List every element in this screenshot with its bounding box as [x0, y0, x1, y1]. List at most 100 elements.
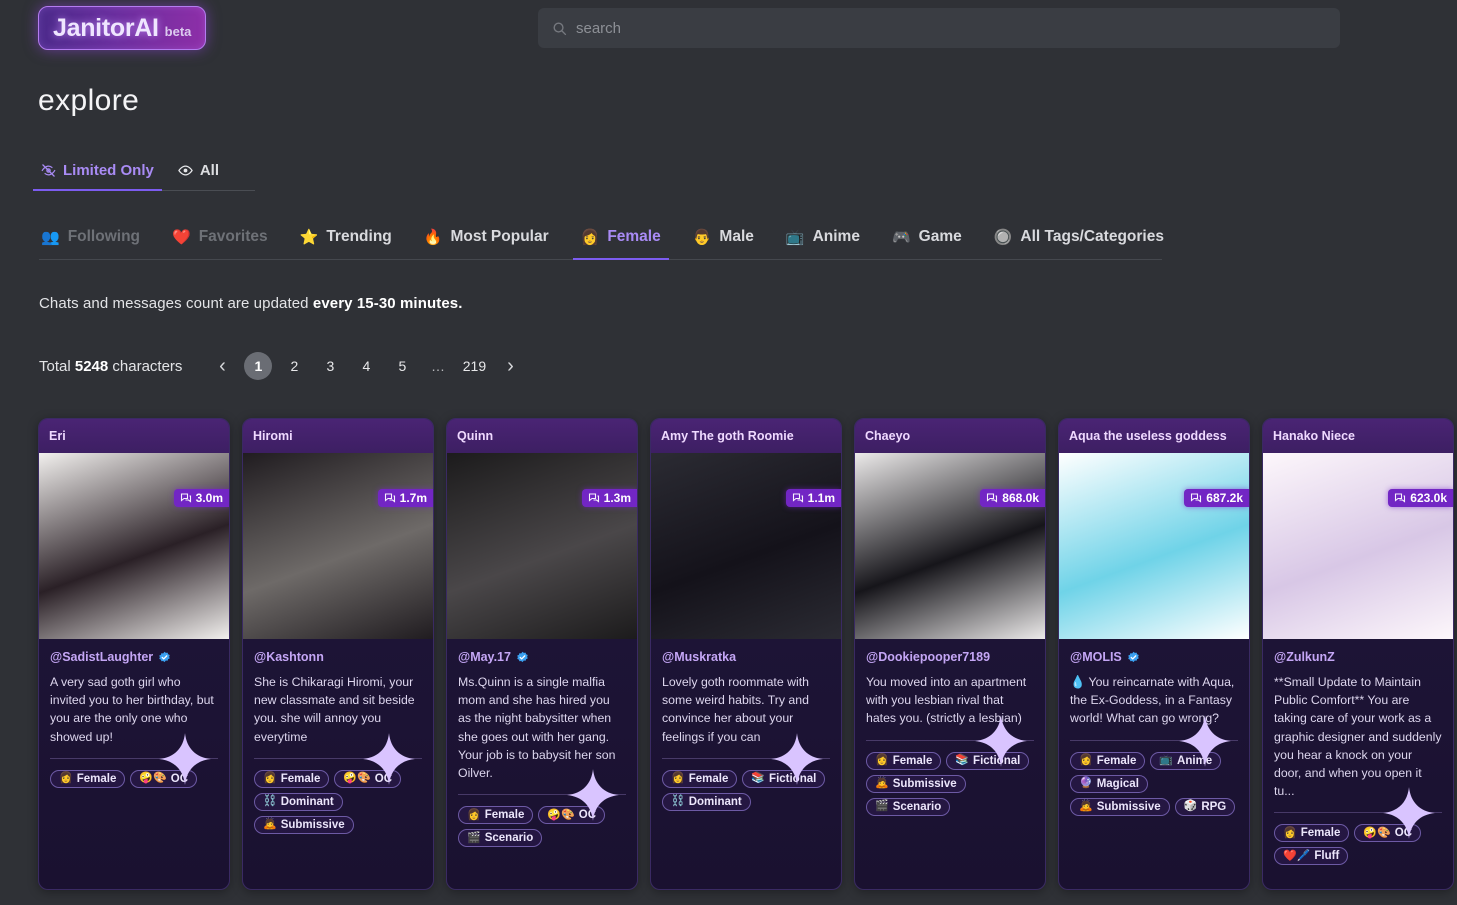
card-divider — [866, 740, 1034, 741]
pagination-page-1[interactable]: 1 — [244, 352, 272, 380]
tag-chip[interactable]: 🙇Submissive — [254, 816, 354, 834]
tab-most-popular[interactable]: 🔥 Most Popular — [408, 228, 565, 249]
woman-icon: 👩 — [581, 230, 600, 245]
chat-count-value: 1.3m — [604, 491, 631, 505]
tag-chip[interactable]: 🎲RPG — [1175, 798, 1236, 816]
tag-chip[interactable]: ❤️🖊️Fluff — [1274, 847, 1348, 865]
tag-label: Female — [1097, 755, 1137, 767]
card-divider — [1070, 740, 1238, 741]
character-card-body: @Muskratka Lovely goth roommate with some… — [651, 639, 841, 889]
mode-tab-all-label: All — [200, 162, 219, 179]
chat-count-badge: 868.0k — [980, 489, 1045, 507]
tag-list: 👩Female 🤪🎨OC — [50, 770, 218, 788]
tag-label: OC — [579, 809, 596, 821]
character-avatar: 1.1m — [651, 453, 841, 639]
tv-icon: 📺 — [786, 230, 805, 245]
character-name: Amy The goth Roomie — [661, 429, 794, 443]
tag-label: Female — [893, 755, 933, 767]
tag-chip[interactable]: 🎬Scenario — [866, 798, 950, 816]
creator-handle[interactable]: @MOLIS — [1070, 650, 1238, 664]
tab-favorites[interactable]: ❤️ Favorites — [156, 228, 284, 249]
tag-emoji-icon: 🙇 — [263, 819, 277, 830]
tag-chip[interactable]: 📚Fictional — [742, 770, 825, 788]
tag-chip[interactable]: 🙇Submissive — [1070, 798, 1170, 816]
tab-male[interactable]: 👨 Male — [677, 228, 770, 249]
creator-handle[interactable]: @Dookiepooper7189 — [866, 650, 1034, 664]
update-notice: Chats and messages count are updated eve… — [39, 295, 462, 312]
tab-trending[interactable]: ⭐ Trending — [284, 228, 408, 249]
pagination-next[interactable]: › — [496, 352, 524, 380]
pagination-prev[interactable]: ‹ — [208, 352, 236, 380]
tag-chip[interactable]: 🎬Scenario — [458, 829, 542, 847]
tag-chip[interactable]: 👩Female — [254, 770, 329, 788]
chat-count-value: 868.0k — [1002, 491, 1039, 505]
avatar-image — [651, 453, 841, 639]
character-card[interactable]: Chaeyo868.0k@Dookiepooper7189You moved i… — [854, 418, 1046, 890]
tag-chip[interactable]: ⛓️Dominant — [662, 793, 751, 811]
creator-handle[interactable]: @May.17 — [458, 650, 626, 664]
tag-chip[interactable]: 👩Female — [662, 770, 737, 788]
tab-female[interactable]: 👩 Female — [565, 228, 677, 249]
tag-chip[interactable]: 🤪🎨OC — [334, 770, 401, 788]
tag-chip[interactable]: 👩 Female — [1070, 752, 1145, 770]
tag-chip[interactable]: 📚Fictional — [946, 752, 1029, 770]
creator-handle[interactable]: @SadistLaughter — [50, 650, 218, 664]
character-card[interactable]: Hiromi1.7m@KashtonnShe is Chikaragi Hiro… — [242, 418, 434, 890]
chat-count-badge: 3.0m — [174, 489, 229, 507]
update-notice-text: Chats and messages count are updated — [39, 295, 313, 312]
tag-chip[interactable]: 👩Female — [1274, 824, 1349, 842]
tag-emoji-icon: 🤪🎨 — [547, 810, 574, 821]
tab-anime[interactable]: 📺 Anime — [770, 228, 876, 249]
pagination-page-2[interactable]: 2 — [280, 352, 308, 380]
eye-icon — [178, 163, 193, 178]
tag-chip[interactable]: 🔮Magical — [1070, 775, 1148, 793]
tag-chip[interactable]: 👩Female — [458, 806, 533, 824]
tag-chip[interactable]: 🤪🎨OC — [130, 770, 197, 788]
gamepad-icon: 🎮 — [892, 230, 911, 245]
search-icon — [552, 21, 567, 36]
character-card[interactable]: Hanako Niece623.0k@ZulkunZ**Small Update… — [1262, 418, 1454, 890]
tab-anime-label: Anime — [813, 228, 860, 246]
avatar-image — [855, 453, 1045, 639]
tag-label: Female — [689, 773, 729, 785]
tag-label: Magical — [1097, 778, 1139, 790]
tag-chip[interactable]: 📺Anime — [1150, 752, 1221, 770]
tag-label: Female — [281, 773, 321, 785]
chat-count-badge: 1.1m — [786, 489, 841, 507]
pagination-page-4[interactable]: 4 — [352, 352, 380, 380]
mode-tab-all[interactable]: All — [176, 162, 221, 181]
tag-chip[interactable]: 👩Female — [50, 770, 125, 788]
tab-all-tags-categories[interactable]: 🔘 All Tags/Categories — [978, 228, 1180, 249]
mode-tab-limited-only[interactable]: Limited Only — [39, 162, 156, 181]
search-bar[interactable] — [538, 8, 1340, 48]
tag-chip[interactable]: 🙇Submissive — [866, 775, 966, 793]
character-card-header: Amy The goth Roomie — [651, 419, 841, 453]
tab-most-popular-label: Most Popular — [450, 228, 548, 246]
chat-bubble-icon — [1394, 492, 1406, 504]
tag-emoji-icon: 👩 — [1079, 755, 1093, 766]
creator-handle[interactable]: @ZulkunZ — [1274, 650, 1442, 664]
character-description: Lovely goth roommate with some weird hab… — [662, 673, 830, 746]
brand-logo[interactable]: JanitorAI beta — [38, 6, 206, 50]
creator-handle-label: @Kashtonn — [254, 650, 324, 664]
pagination-page-last[interactable]: 219 — [460, 352, 488, 380]
character-card[interactable]: Eri3.0m@SadistLaughterA very sad goth gi… — [38, 418, 230, 890]
tag-emoji-icon: 🎲 — [1184, 801, 1198, 812]
character-card[interactable]: Aqua the useless goddess687.2k@MOLIS💧 Yo… — [1058, 418, 1250, 890]
tab-following[interactable]: 👥 Following — [39, 228, 156, 249]
chat-count-badge: 1.7m — [378, 489, 433, 507]
creator-handle[interactable]: @Muskratka — [662, 650, 830, 664]
tag-chip[interactable]: 👩Female — [866, 752, 941, 770]
tag-chip[interactable]: ⛓️Dominant — [254, 793, 343, 811]
character-card[interactable]: Amy The goth Roomie 1.1m @Muskratka Lovely … — [650, 418, 842, 890]
creator-handle[interactable]: @Kashtonn — [254, 650, 422, 664]
search-input[interactable] — [576, 20, 1326, 37]
card-divider — [50, 758, 218, 759]
character-card[interactable]: Quinn1.3m@May.17Ms.Quinn is a single mal… — [446, 418, 638, 890]
tab-game[interactable]: 🎮 Game — [876, 228, 978, 249]
tag-list: 👩Female 📚Fictional ⛓️Dominant — [662, 770, 830, 811]
tag-chip[interactable]: 🤪🎨 OC — [538, 806, 605, 824]
tag-chip[interactable]: 🤪🎨OC — [1354, 824, 1421, 842]
pagination-page-3[interactable]: 3 — [316, 352, 344, 380]
pagination-page-5[interactable]: 5 — [388, 352, 416, 380]
